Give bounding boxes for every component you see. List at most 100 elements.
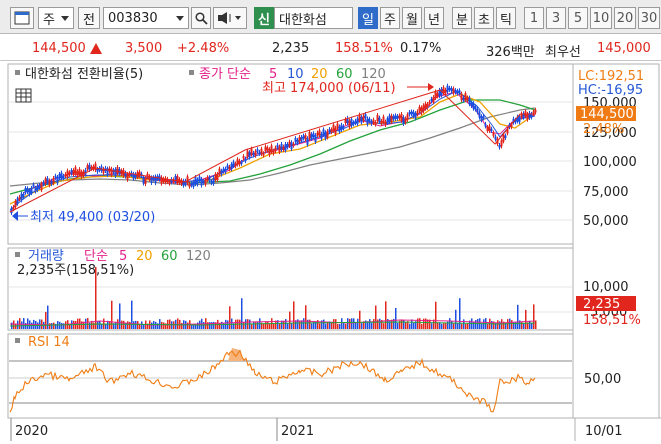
volume-bar [27,318,29,329]
candle-body [332,124,335,131]
volume-bar [267,321,269,329]
period-tab-week[interactable]: 주 [380,7,400,29]
credit-badge[interactable]: 신 [254,7,274,29]
history-button[interactable]: 전 [78,7,100,29]
candle-body [356,118,359,125]
candle-body [312,133,315,137]
volume-bar [351,318,353,329]
candle-body [298,137,301,142]
chart-area[interactable]: 대한화섬 전환비율(5) 종가 단순 5 10 20 60 120 최고 174… [0,62,661,441]
candle-body [196,179,199,185]
candle-body [326,131,329,138]
candle-body [388,115,391,122]
period-tab-minute[interactable]: 분 [452,7,472,29]
volume-bar [405,322,407,329]
period-tab-month[interactable]: 월 [402,7,422,29]
stock-name: 대한화섬 [279,12,327,28]
candle-body [222,168,225,172]
candle-body [310,134,313,139]
period-tab-tick[interactable]: 틱 [496,7,516,29]
candle-body [472,103,475,109]
speaker-button[interactable] [213,7,247,29]
interval-button-1[interactable]: 1 [524,7,544,29]
candle-body [404,118,407,123]
candle-body [286,144,289,148]
candle-body [400,114,403,121]
candle-body [190,183,193,186]
volume-bar [487,323,489,329]
candle-body [336,123,339,129]
volume-bar [51,323,53,329]
period-tab-second[interactable]: 초 [474,7,494,29]
interval-button-20[interactable]: 20 [614,7,636,29]
candle-body [500,140,503,147]
volume-bar [135,320,137,329]
volume-bar [151,322,153,329]
candle-body [46,178,49,183]
candle-body [422,105,425,112]
candle-body [482,116,485,119]
candle-body [218,168,221,175]
search-button[interactable] [191,7,211,29]
candle-body [328,129,331,133]
window-icon [14,11,30,25]
candle-body [248,152,251,158]
candle-body [414,113,417,119]
table-view-icon[interactable] [15,88,32,103]
candle-body [276,144,279,148]
interval-button-10[interactable]: 10 [590,7,612,29]
stock-code-input[interactable]: 003830 [103,7,189,29]
rsi-legend: RSI 14 [28,335,70,350]
volume-bar [253,321,255,329]
candle-body [238,160,241,165]
price-percent-tag: 2,48% [583,122,624,137]
period-tab-year[interactable]: 년 [424,7,444,29]
history-label: 전 [83,12,95,28]
candle-body [402,117,405,124]
volume-bar [453,323,455,329]
volume-bar [87,318,89,329]
interval-label: 5 [573,10,583,26]
volume-bar [525,309,527,329]
candle-body [226,165,229,169]
candle-body [270,145,273,153]
volume-bar [461,323,463,329]
volume-bar [335,319,337,329]
interval-button-30[interactable]: 30 [638,7,660,29]
candle-body [62,175,65,179]
candle-body [518,116,521,123]
candle-body [338,126,341,132]
volume-bar [355,322,357,329]
market-select[interactable]: 주 [38,7,74,29]
candle-body [36,185,39,191]
candle-body [66,170,69,178]
chart-menu-icon[interactable] [10,7,34,29]
volume-bar [13,320,15,329]
candle-body [68,172,71,175]
period-tab-day[interactable]: 일 [358,7,378,29]
candle-body [34,187,37,192]
candle-body [280,144,283,151]
candle-body [254,151,257,156]
period-label: 틱 [500,12,512,28]
candle-body [432,97,435,103]
chart-svg[interactable]: 대한화섬 전환비율(5) 종가 단순 5 10 20 60 120 최고 174… [0,62,661,441]
candle-body [296,139,299,144]
volume-bar [159,319,161,329]
volume-bar [345,323,347,329]
candle-body [142,177,145,184]
price-legend-ma-prefix: 종가 단순 [199,67,251,82]
candle-body [126,174,129,180]
candle-body [250,148,253,155]
candle-body [392,116,395,120]
volume-bar [463,319,465,329]
volume-info: 2,235주(158,51%) [17,263,134,278]
interval-button-3[interactable]: 3 [546,7,566,29]
candle-body [490,128,493,132]
volume-bar [361,323,363,329]
volume-bar [105,323,107,329]
candle-body [224,168,227,173]
interval-label: 3 [551,10,561,26]
interval-button-5[interactable]: 5 [568,7,588,29]
candle-body [468,97,471,105]
